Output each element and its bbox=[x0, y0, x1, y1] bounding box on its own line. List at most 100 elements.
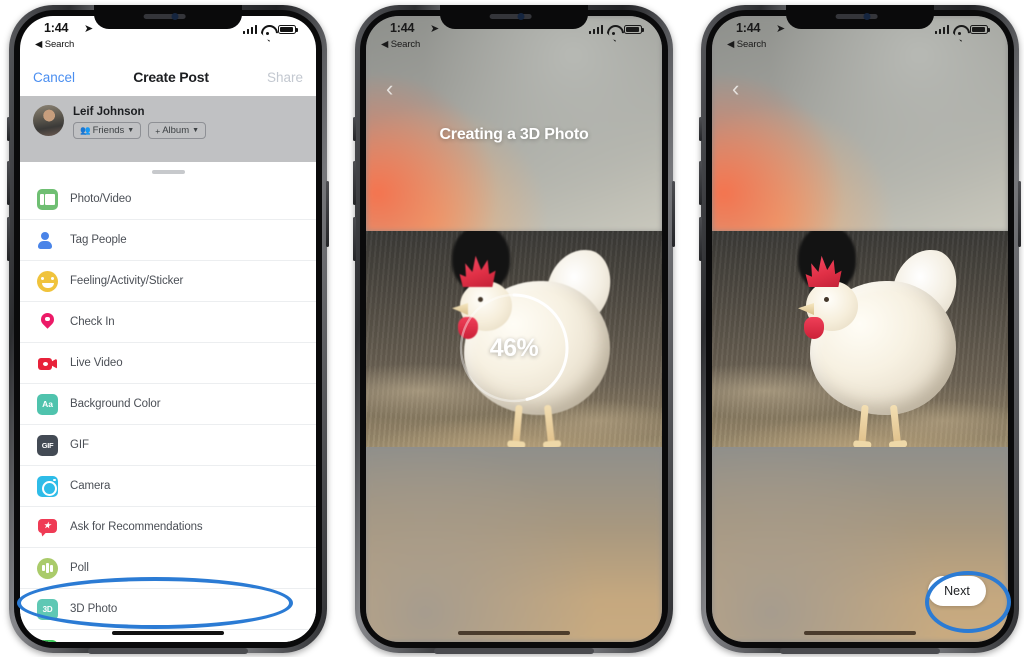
photo-preview[interactable] bbox=[712, 231, 1008, 447]
menu-item-tag-people[interactable]: Tag People bbox=[20, 220, 316, 261]
navigation-bar: Cancel Create Post Share bbox=[20, 58, 316, 96]
phone-bottom-detail bbox=[88, 648, 248, 654]
progress-percent-label: 46% bbox=[489, 333, 539, 362]
home-indicator[interactable] bbox=[458, 631, 570, 635]
menu-item-label: Ask for Recommendations bbox=[70, 521, 203, 533]
creating-3d-photo-title: Creating a 3D Photo bbox=[439, 126, 589, 143]
menu-item-label: Background Color bbox=[70, 398, 161, 410]
chevron-down-icon: ▼ bbox=[127, 127, 135, 134]
camera-icon bbox=[37, 475, 58, 497]
share-button[interactable]: Share bbox=[267, 70, 303, 85]
power-button[interactable] bbox=[672, 181, 675, 247]
chicken-comb bbox=[805, 255, 842, 287]
background-color-icon: Aa bbox=[37, 393, 58, 415]
earpiece-speaker bbox=[143, 14, 186, 19]
home-indicator[interactable] bbox=[804, 631, 916, 635]
volume-up-button[interactable] bbox=[699, 161, 702, 205]
display-notch bbox=[440, 5, 588, 29]
display-notch bbox=[94, 5, 242, 29]
phone-3-preview-next: 1:44 ➤ ◀ Search ‹ Next bbox=[699, 5, 1021, 654]
phone-3-screen: 1:44 ➤ ◀ Search ‹ Next bbox=[712, 16, 1008, 642]
menu-item-poll[interactable]: Poll bbox=[20, 548, 316, 589]
menu-item-camera[interactable]: Camera bbox=[20, 466, 316, 507]
mute-switch[interactable] bbox=[7, 117, 10, 141]
chevron-down-icon: ▼ bbox=[192, 127, 200, 134]
gif-icon: GIF bbox=[37, 434, 58, 456]
blurred-backdrop-top bbox=[712, 16, 1008, 232]
people-icon: 👥 bbox=[80, 125, 91, 135]
live-video-icon bbox=[37, 353, 58, 374]
user-name: Leif Johnson bbox=[73, 106, 145, 118]
menu-item-label: Tag People bbox=[70, 234, 127, 246]
cellular-signal-icon bbox=[242, 25, 257, 34]
chicken-wattle bbox=[804, 317, 824, 339]
phone-2-creating-3d-photo: 1:44 ➤ ◀ Search ‹ Creating a 3D Photo 46… bbox=[353, 5, 675, 654]
display-notch bbox=[786, 5, 934, 29]
front-camera bbox=[863, 13, 871, 20]
menu-item-feeling-activity-sticker[interactable]: Feeling/Activity/Sticker bbox=[20, 261, 316, 302]
chicken-comb bbox=[459, 255, 496, 287]
mute-switch[interactable] bbox=[699, 117, 702, 141]
volume-up-button[interactable] bbox=[353, 161, 356, 205]
feeling-icon bbox=[37, 270, 58, 292]
menu-item-label: Feeling/Activity/Sticker bbox=[70, 275, 184, 287]
volume-down-button[interactable] bbox=[699, 217, 702, 261]
earpiece-speaker bbox=[835, 14, 878, 19]
menu-item-background-color[interactable]: Aa Background Color bbox=[20, 384, 316, 425]
recommendations-icon: ★ bbox=[37, 517, 58, 538]
chicken-eye bbox=[824, 297, 829, 302]
phone-1-create-post: 1:44 ➤ ◀ Search Cancel Create Post Share bbox=[7, 5, 329, 654]
blurred-backdrop-bottom bbox=[366, 446, 662, 642]
album-label: Album bbox=[162, 125, 190, 136]
status-back-to-search[interactable]: ◀ Search bbox=[35, 39, 74, 50]
mute-switch[interactable] bbox=[353, 117, 356, 141]
menu-item-check-in[interactable]: Check In bbox=[20, 302, 316, 343]
power-button[interactable] bbox=[1018, 181, 1021, 247]
volume-down-button[interactable] bbox=[7, 217, 10, 261]
menu-item-ask-for-recommendations[interactable]: ★ Ask for Recommendations bbox=[20, 507, 316, 548]
audience-selector[interactable]: 👥 Friends ▼ bbox=[73, 122, 142, 139]
menu-item-label: Poll bbox=[70, 562, 89, 574]
front-camera bbox=[171, 13, 179, 20]
menu-item-live-video[interactable]: Live Video bbox=[20, 343, 316, 384]
menu-item-3d-photo[interactable]: 3D 3D Photo bbox=[20, 589, 316, 630]
location-arrow-icon: ➤ bbox=[84, 23, 94, 35]
wifi-icon bbox=[261, 24, 274, 35]
screenshot-stage: 1:44 ➤ ◀ Search Cancel Create Post Share bbox=[0, 0, 1024, 657]
menu-item-photo-video[interactable]: Photo/Video bbox=[20, 179, 316, 220]
menu-item-gif[interactable]: GIF GIF bbox=[20, 425, 316, 466]
album-selector[interactable]: + Album ▼ bbox=[148, 122, 207, 139]
post-options-list: Photo/Video Tag People Feeling/Activity/St… bbox=[20, 179, 316, 642]
status-indicators bbox=[242, 22, 298, 35]
poll-icon bbox=[37, 557, 58, 579]
composer-header: Leif Johnson 👥 Friends ▼ + Album ▼ bbox=[20, 96, 316, 162]
home-indicator[interactable] bbox=[112, 631, 224, 635]
tag-people-icon bbox=[37, 230, 58, 251]
next-button[interactable]: Next bbox=[928, 576, 986, 606]
3d-photo-icon: 3D bbox=[37, 598, 58, 620]
plus-icon: + bbox=[155, 125, 160, 136]
earpiece-speaker bbox=[489, 14, 532, 19]
blurred-backdrop-bottom bbox=[712, 446, 1008, 642]
avatar[interactable] bbox=[33, 105, 64, 136]
phone-1-screen: 1:44 ➤ ◀ Search Cancel Create Post Share bbox=[20, 16, 316, 642]
composer-pills: 👥 Friends ▼ + Album ▼ bbox=[73, 122, 207, 139]
power-button[interactable] bbox=[326, 181, 329, 247]
menu-item-label: Check In bbox=[70, 316, 115, 328]
menu-item-label: Photo/Video bbox=[70, 193, 132, 205]
back-chevron-icon[interactable]: ‹ bbox=[732, 78, 739, 100]
back-chevron-icon[interactable]: ‹ bbox=[386, 78, 393, 100]
cancel-button[interactable]: Cancel bbox=[33, 70, 75, 85]
front-camera bbox=[517, 13, 525, 20]
battery-icon bbox=[278, 24, 298, 34]
sheet-drag-handle[interactable] bbox=[151, 170, 185, 174]
progress-ring: 46% bbox=[457, 291, 571, 405]
volume-up-button[interactable] bbox=[7, 161, 10, 205]
phone-2-screen: 1:44 ➤ ◀ Search ‹ Creating a 3D Photo 46… bbox=[366, 16, 662, 642]
photo-chicken-subject bbox=[788, 244, 968, 447]
volume-down-button[interactable] bbox=[353, 217, 356, 261]
phone-bottom-detail bbox=[780, 648, 940, 654]
menu-item-label: GIF bbox=[70, 439, 89, 451]
photo-video-icon bbox=[37, 188, 58, 210]
blurred-backdrop-top bbox=[366, 16, 662, 232]
